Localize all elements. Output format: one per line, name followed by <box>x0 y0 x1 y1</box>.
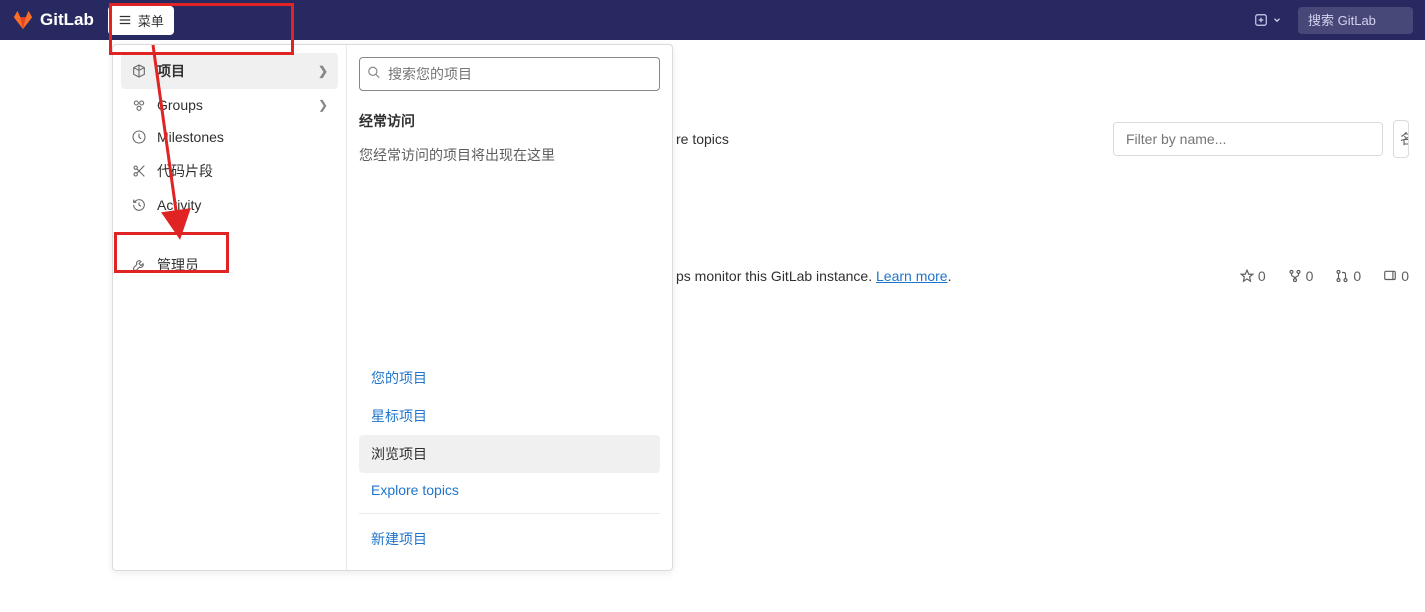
nav-starred-projects[interactable]: 星标项目 <box>359 397 660 435</box>
menu-button[interactable]: 菜单 <box>108 6 174 35</box>
learn-more-link[interactable]: Learn more <box>876 268 948 284</box>
history-icon <box>131 197 147 213</box>
fork-icon <box>1288 269 1302 283</box>
project-search-input[interactable] <box>359 57 660 91</box>
brand-text: GitLab <box>40 10 94 30</box>
monitor-text: ps monitor this GitLab instance. Learn m… <box>676 268 951 284</box>
topics-text: re topics <box>676 131 729 147</box>
chevron-right-icon: ❯ <box>318 64 328 78</box>
menu-item-activity[interactable]: Activity <box>121 189 338 221</box>
menu-button-label: 菜单 <box>138 11 164 30</box>
menu-item-projects[interactable]: 项目 ❯ <box>121 53 338 89</box>
menu-left-column: 项目 ❯ Groups ❯ Milestones 代码片段 Activity 管… <box>113 45 347 570</box>
global-search-input[interactable] <box>1298 7 1413 34</box>
topbar: GitLab 菜单 <box>0 0 1425 40</box>
menu-item-snippets[interactable]: 代码片段 <box>121 153 338 189</box>
new-dropdown[interactable] <box>1248 9 1288 31</box>
chevron-right-icon: ❯ <box>318 98 328 112</box>
menu-right-column: 经常访问 您经常访问的项目将出现在这里 您的项目 星标项目 浏览项目 Explo… <box>347 45 672 570</box>
stat-stars: 0 <box>1240 268 1266 284</box>
menu-item-label: Milestones <box>157 129 224 145</box>
nav-your-projects[interactable]: 您的项目 <box>359 359 660 397</box>
menu-item-label: Activity <box>157 197 201 213</box>
stat-mrs: 0 <box>1335 268 1361 284</box>
menu-item-milestones[interactable]: Milestones <box>121 121 338 153</box>
stat-issues: 0 <box>1383 268 1409 284</box>
star-icon <box>1240 269 1254 283</box>
scissors-icon <box>131 163 147 179</box>
main-menu-panel: 项目 ❯ Groups ❯ Milestones 代码片段 Activity 管… <box>112 44 673 571</box>
hamburger-icon <box>118 13 132 27</box>
freq-description: 您经常访问的项目将出现在这里 <box>359 145 660 165</box>
plus-square-icon <box>1254 13 1268 27</box>
tanuki-icon <box>12 9 34 31</box>
filter-by-name-input[interactable] <box>1113 122 1383 156</box>
menu-item-label: 管理员 <box>157 255 199 275</box>
nav-separator <box>359 513 660 514</box>
nav-new-project[interactable]: 新建项目 <box>359 520 660 558</box>
sort-dropdown[interactable]: 名 <box>1393 120 1409 158</box>
wrench-icon <box>131 257 147 273</box>
freq-heading: 经常访问 <box>359 111 660 131</box>
stat-forks: 0 <box>1288 268 1314 284</box>
menu-item-admin[interactable]: 管理员 <box>121 247 338 283</box>
project-icon <box>131 63 147 79</box>
menu-item-label: 项目 <box>157 61 185 81</box>
chevron-down-icon <box>1272 15 1282 25</box>
group-icon <box>131 97 147 113</box>
search-icon <box>367 66 381 83</box>
gitlab-logo[interactable]: GitLab <box>12 9 94 31</box>
menu-item-label: Groups <box>157 97 203 113</box>
menu-item-groups[interactable]: Groups ❯ <box>121 89 338 121</box>
nav-browse-projects[interactable]: 浏览项目 <box>359 435 660 473</box>
nav-explore-topics[interactable]: Explore topics <box>359 473 660 507</box>
clock-icon <box>131 129 147 145</box>
menu-item-label: 代码片段 <box>157 161 213 181</box>
issue-icon <box>1383 269 1397 283</box>
merge-request-icon <box>1335 269 1349 283</box>
